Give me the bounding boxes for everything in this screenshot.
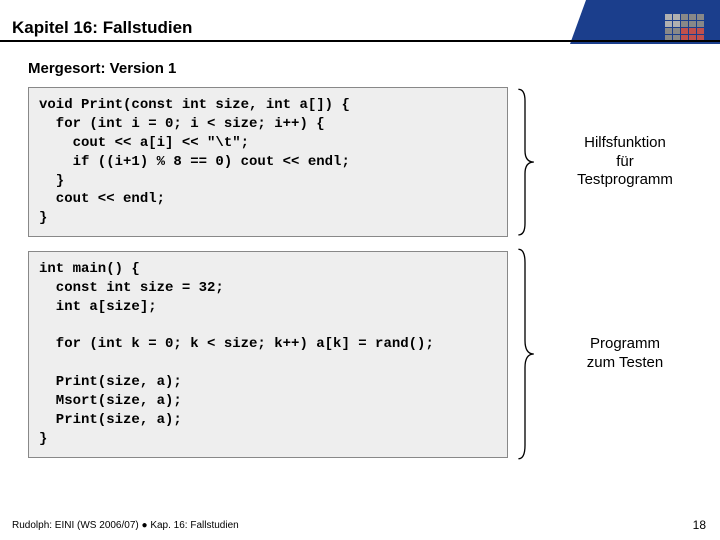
chapter-title: Kapitel 16: Fallstudien bbox=[12, 18, 192, 38]
footer-text: Rudolph: EINI (WS 2006/07) ● Kap. 16: Fa… bbox=[12, 520, 239, 531]
slide-header: Kapitel 16: Fallstudien bbox=[0, 0, 720, 48]
annotation-helper: Hilfsfunktion für Testprogramm bbox=[536, 134, 720, 190]
code-block-print: void Print(const int size, int a[]) { fo… bbox=[28, 87, 508, 237]
brace-icon bbox=[514, 247, 536, 461]
page-number: 18 bbox=[693, 518, 706, 532]
annotation-program: Programm zum Testen bbox=[536, 335, 720, 373]
code-block-main: int main() { const int size = 32; int a[… bbox=[28, 251, 508, 458]
header-rule bbox=[0, 40, 720, 42]
slide-subtitle: Mergesort: Version 1 bbox=[28, 60, 720, 77]
brace-icon bbox=[514, 87, 536, 237]
content-row-2: int main() { const int size = 32; int a[… bbox=[0, 247, 720, 461]
logo-grid-icon bbox=[665, 14, 704, 41]
content-row-1: void Print(const int size, int a[]) { fo… bbox=[0, 87, 720, 237]
slide-footer: Rudolph: EINI (WS 2006/07) ● Kap. 16: Fa… bbox=[0, 518, 720, 532]
logo bbox=[638, 6, 710, 50]
